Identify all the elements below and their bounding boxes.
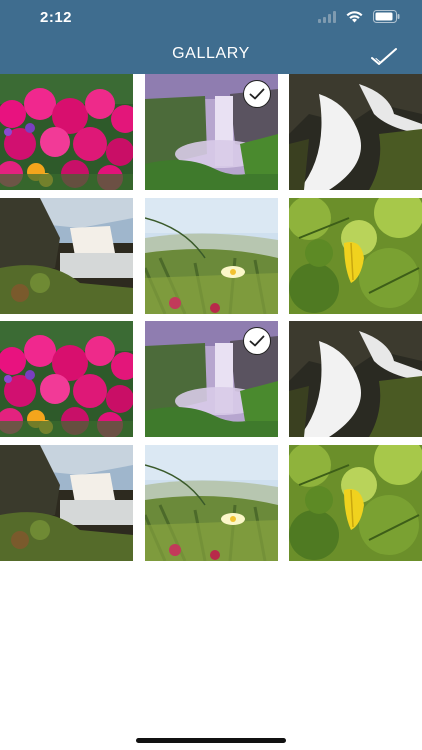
selected-check-icon: [243, 80, 271, 108]
leaves-photo[interactable]: [289, 198, 422, 314]
dune-flower-photo[interactable]: [145, 198, 278, 314]
coast-photo[interactable]: [0, 445, 133, 561]
photo-image: [145, 198, 278, 314]
selected-check-icon: [243, 327, 271, 355]
dune-flower-photo[interactable]: [145, 445, 278, 561]
home-indicator[interactable]: [136, 738, 286, 743]
photo-image: [0, 321, 133, 437]
page-title: GALLARY: [172, 45, 250, 62]
coast-photo[interactable]: [0, 198, 133, 314]
photo-image: [289, 445, 422, 561]
photo-image: [0, 198, 133, 314]
cascade-photo[interactable]: [289, 74, 422, 190]
battery-icon: [373, 10, 400, 28]
photo-image: [0, 445, 133, 561]
photo-image: [289, 321, 422, 437]
leaves-photo[interactable]: [289, 445, 422, 561]
navigation-bar: 2:12 GALLARY: [0, 0, 422, 74]
photo-image: [145, 445, 278, 561]
photo-image: [289, 198, 422, 314]
flowers-photo[interactable]: [0, 321, 133, 437]
photo-image: [289, 74, 422, 190]
status-time: 2:12: [40, 9, 73, 26]
wifi-icon: [346, 10, 363, 28]
signal-icon: [318, 10, 336, 28]
waterfall-photo[interactable]: [145, 74, 278, 190]
cascade-photo[interactable]: [289, 321, 422, 437]
photo-image: [0, 74, 133, 190]
waterfall-photo[interactable]: [145, 321, 278, 437]
status-icons: [318, 10, 400, 28]
flowers-photo[interactable]: [0, 74, 133, 190]
done-check-icon[interactable]: [370, 46, 398, 68]
